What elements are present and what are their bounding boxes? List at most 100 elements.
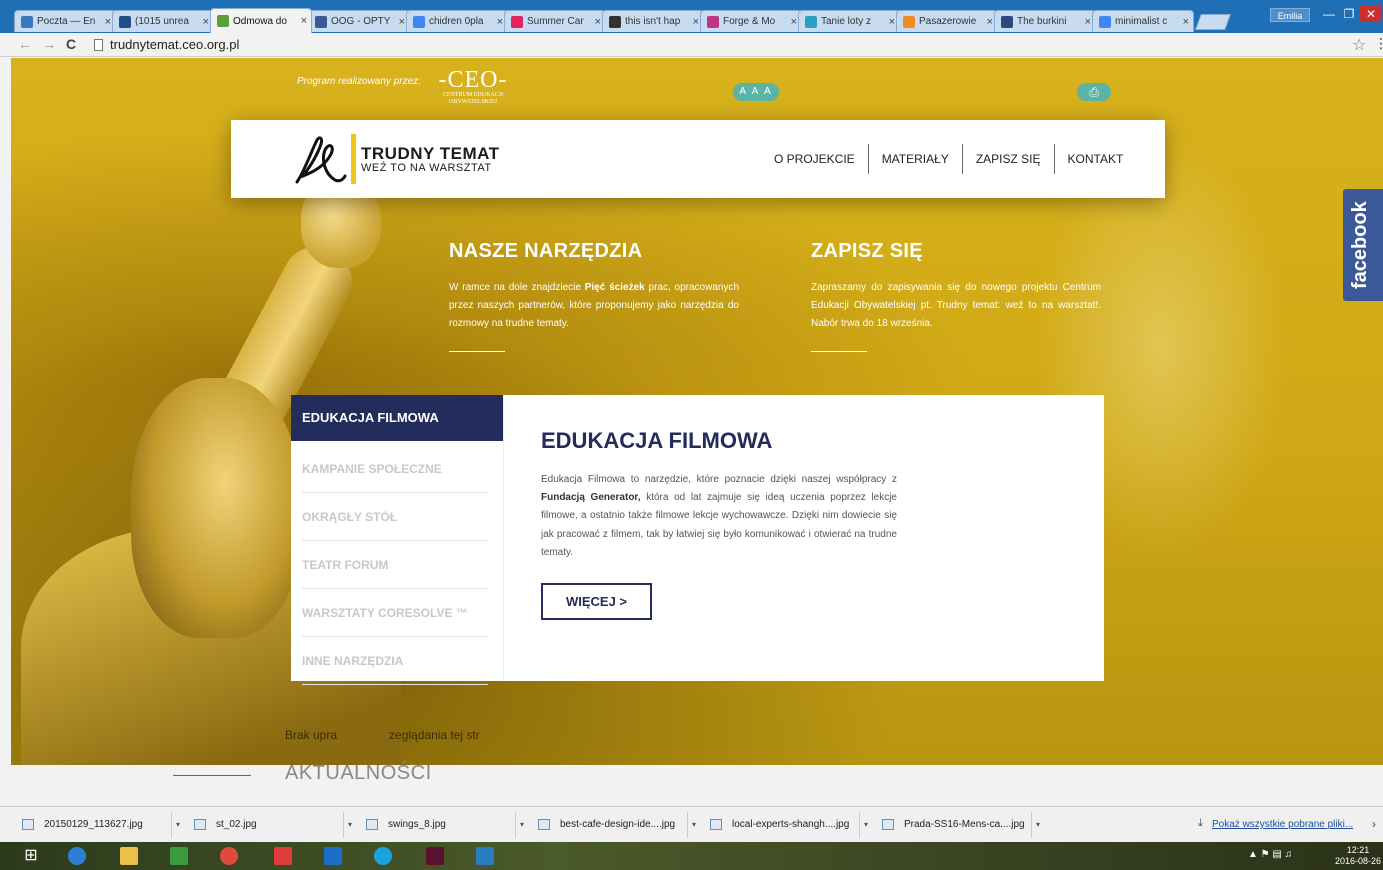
download-options-icon[interactable]: ▾ — [345, 812, 355, 838]
logo-signature-icon[interactable] — [291, 132, 347, 188]
tab-close-icon[interactable]: × — [497, 16, 503, 28]
download-options-icon[interactable]: ▾ — [173, 812, 183, 838]
tool-item[interactable]: OKRĄGŁY STÓŁ — [302, 493, 488, 541]
image-file-icon — [538, 819, 550, 830]
download-options-icon[interactable]: ▾ — [861, 812, 871, 838]
tab-close-icon[interactable]: × — [693, 16, 699, 28]
browser-tab[interactable]: Odmowa do × — [210, 8, 312, 33]
tab-close-icon[interactable]: × — [203, 16, 209, 28]
signup-title[interactable]: ZAPISZ SIĘ — [811, 240, 1101, 263]
image-file-icon — [366, 819, 378, 830]
download-options-icon[interactable]: ▾ — [1033, 812, 1043, 838]
store-icon[interactable] — [158, 844, 200, 868]
browser-tab[interactable]: Forge & Mo × — [700, 10, 802, 32]
browser-tab[interactable]: Summer Car × — [504, 10, 606, 32]
download-item[interactable]: 20150129_113627.jpg ▾ — [0, 812, 180, 838]
news-heading-line — [173, 775, 251, 776]
browser-menu-icon[interactable]: ⋮ — [1374, 35, 1383, 52]
tools-intro: NASZE NARZĘDZIA W ramce na dole znajdzie… — [449, 240, 739, 352]
browser-tab[interactable]: OOG - OPTY × — [308, 10, 410, 32]
hero-person-head — [131, 378, 301, 638]
clock-date: 2016-08-26 — [1334, 856, 1382, 866]
browser-tab[interactable]: Tanie loty z × — [798, 10, 900, 32]
file-explorer-icon[interactable] — [108, 844, 150, 868]
clock[interactable]: 12:21 2016-08-26 — [1334, 845, 1382, 867]
site-title[interactable]: TRUDNY TEMAT — [361, 144, 500, 164]
indesign-icon[interactable] — [414, 844, 456, 868]
more-button[interactable]: WIĘCEJ > — [541, 583, 652, 620]
download-item[interactable]: local-experts-shangh....jpg ▾ — [688, 812, 868, 838]
profile-button[interactable]: Emilia — [1270, 8, 1310, 22]
browser-tab[interactable]: Poczta — En × — [14, 10, 116, 32]
browser-tab[interactable]: The burkini × — [994, 10, 1096, 32]
panel-text-bold[interactable]: Fundacją Generator, — [541, 492, 641, 503]
reload-icon[interactable]: C — [66, 36, 76, 52]
download-item[interactable]: Prada-SS16-Mens-ca....jpg ▾ — [860, 812, 1040, 838]
forward-icon[interactable]: → — [42, 36, 56, 52]
tool-item-active[interactable]: EDUKACJA FILMOWA — [291, 395, 519, 441]
bookmark-star-icon[interactable]: ☆ — [1352, 35, 1366, 55]
download-icon: ⤓ — [1198, 817, 1203, 829]
photos-icon[interactable] — [464, 844, 506, 868]
system-tray-icons[interactable]: ▲ ⚑ ▤ ♫ — [1248, 849, 1292, 860]
download-item[interactable]: st_02.jpg ▾ — [172, 812, 352, 838]
new-tab-button[interactable] — [1195, 14, 1231, 30]
nav-item[interactable]: ZAPISZ SIĘ — [961, 144, 1054, 174]
tab-close-icon[interactable]: × — [595, 16, 601, 28]
print-icon[interactable]: ⎙ — [1077, 83, 1111, 101]
page-icon — [94, 39, 103, 51]
chrome-icon[interactable] — [208, 844, 250, 868]
download-item[interactable]: swings_8.jpg ▾ — [344, 812, 524, 838]
browser-tab[interactable]: minimalist c × — [1092, 10, 1194, 32]
internet-explorer-icon[interactable] — [56, 844, 98, 868]
facebook-tab[interactable]: facebook — [1343, 189, 1383, 301]
download-item[interactable]: best-cafe-design-ide....jpg ▾ — [516, 812, 696, 838]
tab-close-icon[interactable]: × — [1085, 16, 1091, 28]
url-input[interactable]: trudnytemat.ceo.org.pl — [92, 35, 1342, 55]
tab-close-icon[interactable]: × — [889, 16, 895, 28]
download-options-icon[interactable]: ▾ — [689, 812, 699, 838]
tool-item[interactable]: KAMPANIE SPOŁECZNE — [302, 445, 488, 493]
nav-item[interactable]: KONTAKT — [1053, 144, 1137, 174]
ceo-logo[interactable]: -CEO- CENTRUM EDUKACJI OBYWATELSKIEJ — [433, 68, 513, 106]
tab-label: Poczta — En — [37, 16, 96, 27]
maximize-icon[interactable]: ❐ — [1340, 6, 1358, 22]
tools-title: NASZE NARZĘDZIA — [449, 240, 643, 262]
browser-tab[interactable]: this isn't hap × — [602, 10, 704, 32]
app-icon-red[interactable] — [262, 844, 304, 868]
clock-time: 12:21 — [1346, 845, 1370, 855]
tab-label: The burkini — [1017, 16, 1067, 27]
tab-close-icon[interactable]: × — [791, 16, 797, 28]
tab-favicon-icon — [609, 15, 621, 28]
tab-label: Summer Car — [527, 16, 584, 27]
no-access-text-2: zeglądania tej str — [389, 728, 480, 742]
tool-item[interactable]: WARSZTATY CORESOLVE ™ — [302, 589, 488, 637]
back-icon[interactable]: ← — [18, 36, 32, 52]
nav-item[interactable]: O PROJEKCIE — [761, 144, 868, 174]
no-access-message: Brak upra zeglądania tej str — [285, 728, 480, 742]
font-size-toggle[interactable]: A A A — [733, 83, 779, 101]
browser-tab[interactable]: Pasazerowie × — [896, 10, 998, 32]
tab-strip: Poczta — En × (1015 unrea × Odmowa do × OOG - … — [14, 8, 1231, 33]
tab-close-icon[interactable]: × — [105, 16, 111, 28]
minimize-icon[interactable]: — — [1320, 6, 1338, 22]
browser-tab[interactable]: (1015 unrea × — [112, 10, 214, 32]
tab-close-icon[interactable]: × — [399, 16, 405, 28]
close-downloads-icon[interactable]: › — [1372, 817, 1376, 831]
tab-close-icon[interactable]: × — [1183, 16, 1189, 28]
nav-item[interactable]: MATERIAŁY — [867, 144, 962, 174]
tool-item[interactable]: TEATR FORUM — [302, 541, 488, 589]
outlook-icon[interactable] — [312, 844, 354, 868]
main-nav: O PROJEKCIE MATERIAŁY ZAPISZ SIĘ KONTAKT — [761, 144, 1136, 174]
tab-close-icon[interactable]: × — [987, 16, 993, 28]
start-icon[interactable]: ⊞ — [10, 844, 52, 868]
skype-icon[interactable] — [362, 844, 404, 868]
show-all-downloads-link[interactable]: Pokaż wszystkie pobrane pliki... — [1212, 819, 1353, 830]
tool-panel: EDUKACJA FILMOWA Edukacja Filmowa to nar… — [503, 395, 1104, 681]
download-options-icon[interactable]: ▾ — [517, 812, 527, 838]
close-window-icon[interactable]: ✕ — [1360, 6, 1382, 22]
browser-tab[interactable]: chidren 0pla × — [406, 10, 508, 32]
tab-favicon-icon — [217, 15, 229, 27]
tool-item[interactable]: INNE NARZĘDZIA — [302, 637, 488, 685]
tab-close-icon[interactable]: × — [301, 15, 307, 27]
